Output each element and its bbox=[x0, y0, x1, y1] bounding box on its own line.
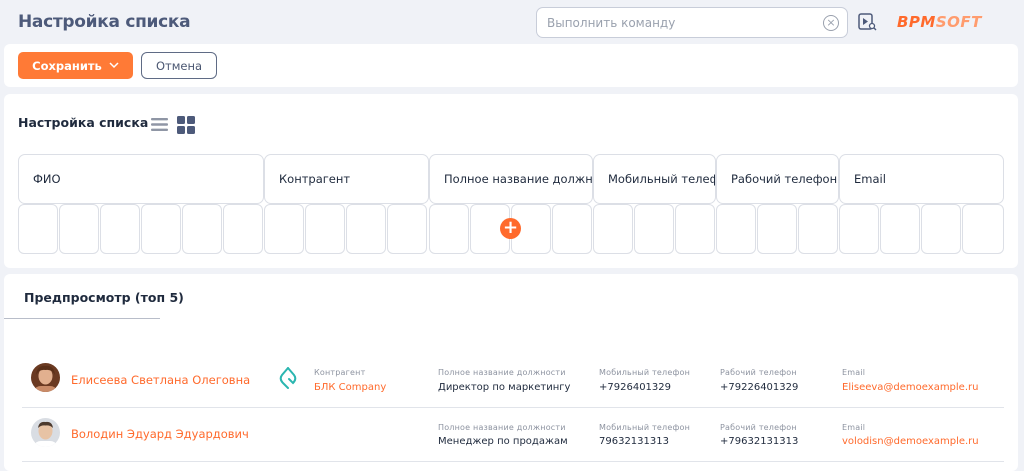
preview-title-underline bbox=[4, 318, 160, 319]
bpmsoft-logo: BPMSOFT bbox=[897, 13, 982, 31]
command-input[interactable] bbox=[547, 14, 817, 32]
grid-cell[interactable] bbox=[305, 204, 345, 254]
contact-name[interactable]: Володин Эдуард Эдуардович bbox=[71, 427, 249, 441]
column-email[interactable]: Email bbox=[839, 154, 1004, 204]
grid-cell[interactable] bbox=[346, 204, 386, 254]
mobile-label: Мобильный телефон bbox=[599, 423, 691, 432]
column-work-phone[interactable]: Рабочий телефон bbox=[716, 154, 839, 204]
grid-cell[interactable] bbox=[716, 204, 756, 254]
mobile-label: Мобильный телефон bbox=[599, 368, 691, 377]
email-label: Email bbox=[842, 368, 866, 377]
grid-cell[interactable] bbox=[141, 204, 181, 254]
grid-cell[interactable] bbox=[798, 204, 838, 254]
grid-cell[interactable] bbox=[429, 204, 469, 254]
logo-soft: SOFT bbox=[935, 13, 982, 31]
grid-cell[interactable] bbox=[675, 204, 715, 254]
job-value: Директор по маркетингу bbox=[438, 382, 571, 393]
settings-title: Настройка списка bbox=[18, 115, 149, 130]
row-divider bbox=[22, 407, 1004, 408]
job-label: Полное название должности bbox=[438, 368, 566, 377]
page-title: Настройка списка bbox=[18, 12, 191, 32]
grid-cell[interactable] bbox=[634, 204, 674, 254]
grid-cell[interactable] bbox=[839, 204, 879, 254]
account-logo-icon bbox=[279, 367, 297, 389]
column-mobile-phone[interactable]: Мобильный телеф bbox=[593, 154, 716, 204]
email-value[interactable]: volodisn@demoexample.ru bbox=[842, 436, 979, 447]
tile-view-icon[interactable] bbox=[177, 116, 195, 134]
grid-cell[interactable] bbox=[921, 204, 961, 254]
row-divider bbox=[22, 461, 1004, 462]
grid-cell[interactable] bbox=[757, 204, 797, 254]
email-value[interactable]: Eliseeva@demoexample.ru bbox=[842, 382, 978, 393]
grid-cell[interactable] bbox=[880, 204, 920, 254]
preview-title: Предпросмотр (топ 5) bbox=[24, 290, 184, 305]
grid-cell[interactable] bbox=[182, 204, 222, 254]
avatar bbox=[31, 363, 60, 392]
grid-cell[interactable] bbox=[962, 204, 1004, 254]
clear-icon[interactable]: × bbox=[823, 15, 839, 31]
column-account[interactable]: Контрагент bbox=[264, 154, 429, 204]
cancel-button[interactable]: Отмена bbox=[141, 52, 217, 79]
grid-cell[interactable] bbox=[18, 204, 58, 254]
account-label: Контрагент bbox=[314, 368, 366, 377]
contact-name[interactable]: Елисеева Светлана Олеговна bbox=[71, 373, 250, 387]
mobile-value: +7926401329 bbox=[599, 382, 672, 393]
grid-cell[interactable] bbox=[552, 204, 592, 254]
work-phone-value: +79226401329 bbox=[720, 382, 799, 393]
preview-panel: Предпросмотр (топ 5) Елисеева Светлана О… bbox=[4, 274, 1018, 471]
save-button[interactable]: Сохранить bbox=[18, 52, 133, 79]
actions-panel: Сохранить Отмена bbox=[4, 44, 1018, 87]
top-bar: Настройка списка × BPMSOFT bbox=[0, 0, 1024, 44]
email-label: Email bbox=[842, 423, 866, 432]
add-icon[interactable]: + bbox=[500, 218, 521, 239]
account-value[interactable]: БЛК Company bbox=[314, 382, 386, 393]
column-job-title[interactable]: Полное название должн bbox=[429, 154, 593, 204]
work-phone-label: Рабочий телефон bbox=[720, 368, 797, 377]
grid-cell[interactable] bbox=[100, 204, 140, 254]
chevron-down-icon bbox=[109, 62, 119, 69]
grid-cell[interactable] bbox=[223, 204, 263, 254]
work-phone-label: Рабочий телефон bbox=[720, 423, 797, 432]
grid-cell[interactable] bbox=[593, 204, 633, 254]
job-label: Полное название должности bbox=[438, 423, 566, 432]
command-search[interactable]: × bbox=[536, 7, 848, 38]
list-settings-panel: Настройка списка ФИО Контрагент Полное н… bbox=[4, 94, 1018, 268]
save-label: Сохранить bbox=[32, 58, 102, 73]
grid-cell[interactable] bbox=[264, 204, 304, 254]
grid-cell[interactable] bbox=[59, 204, 99, 254]
grid-cell[interactable] bbox=[387, 204, 427, 254]
logo-main: BPM bbox=[897, 13, 936, 31]
list-view-icon[interactable] bbox=[151, 118, 168, 131]
work-phone-value: +79632131313 bbox=[720, 436, 799, 447]
column-fio[interactable]: ФИО bbox=[18, 154, 264, 204]
mobile-value: 79632131313 bbox=[599, 436, 669, 447]
job-value: Менеджер по продажам bbox=[438, 436, 568, 447]
avatar bbox=[31, 418, 60, 447]
play-help-icon[interactable] bbox=[858, 13, 877, 31]
